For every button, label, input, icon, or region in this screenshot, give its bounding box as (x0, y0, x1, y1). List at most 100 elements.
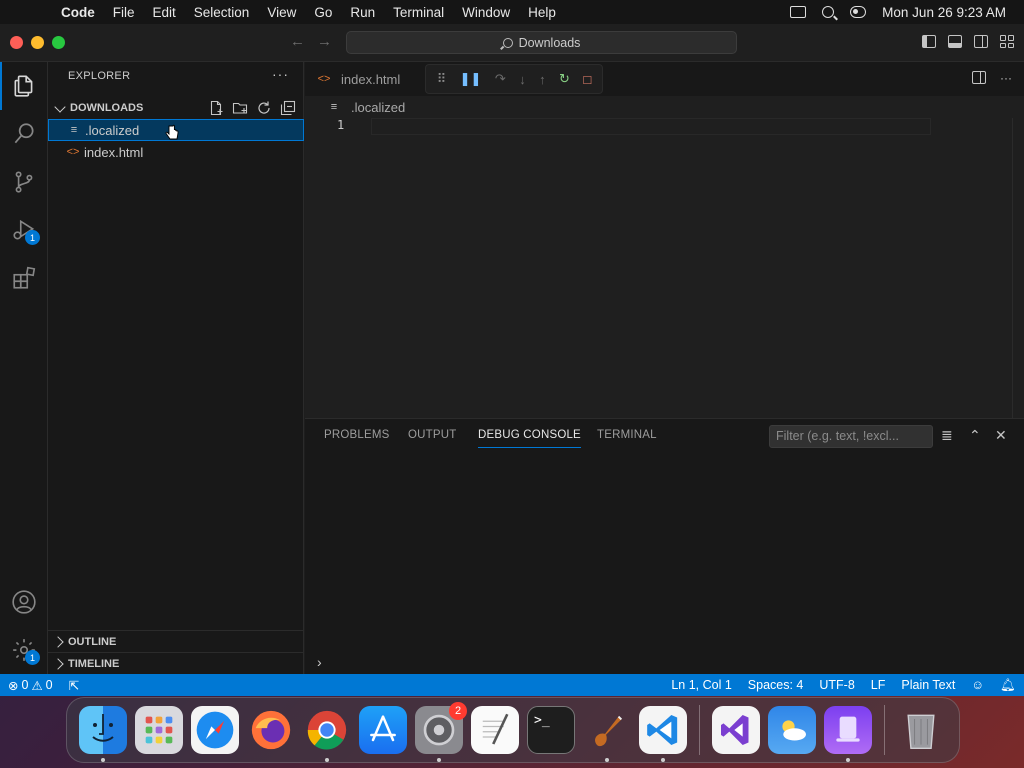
collapse-all-icon[interactable] (280, 100, 296, 116)
control-center-icon[interactable] (850, 6, 867, 18)
search-view-icon[interactable] (0, 110, 48, 158)
file-encoding[interactable]: UTF-8 (811, 678, 862, 692)
step-over-icon[interactable]: ↷ (495, 71, 506, 87)
restart-icon[interactable]: ↻ (559, 71, 570, 87)
firefox-icon[interactable] (247, 706, 295, 754)
step-into-icon[interactable]: ↓ (519, 72, 526, 87)
app-store-icon[interactable] (359, 706, 407, 754)
manage-gear-icon[interactable]: 1 (0, 626, 48, 674)
chrome-icon[interactable] (303, 706, 351, 762)
file-name: .localized (85, 122, 140, 138)
bottom-panel: PROBLEMS OUTPUT DEBUG CONSOLE TERMINAL F… (305, 418, 1024, 674)
source-control-icon[interactable] (0, 158, 48, 206)
system-settings-icon[interactable]: 2 (415, 702, 467, 762)
language-mode[interactable]: Plain Text (893, 678, 963, 692)
settings-notification-badge: 2 (449, 702, 467, 720)
instruments-icon[interactable] (583, 706, 631, 762)
customize-layout-icon[interactable] (1000, 35, 1014, 48)
end-of-line[interactable]: LF (863, 678, 894, 692)
menu-file[interactable]: File (104, 5, 144, 20)
problems-status[interactable]: ⊗ 0 ⚠ 0 (0, 678, 61, 693)
pause-icon[interactable]: ❚❚ (460, 71, 482, 87)
spotlight-search-icon[interactable] (822, 6, 835, 18)
menu-help[interactable]: Help (519, 5, 565, 20)
debug-status-icon[interactable]: ⇱ (61, 678, 87, 693)
editor-more-actions-icon[interactable]: ··· (1000, 71, 1012, 85)
breadcrumb-file[interactable]: .localized (351, 100, 405, 115)
screen-mirroring-icon[interactable] (790, 6, 807, 18)
menu-window[interactable]: Window (453, 5, 519, 20)
finder-icon[interactable] (79, 706, 127, 762)
file-index-html[interactable]: <> index.html (48, 141, 304, 163)
split-editor-icon[interactable] (972, 71, 986, 84)
trash-icon[interactable] (897, 706, 945, 754)
debug-console-filter-input[interactable]: Filter (e.g. text, !excl... (769, 425, 933, 448)
text-editor[interactable]: 1 (305, 118, 1024, 418)
menu-selection[interactable]: Selection (185, 5, 259, 20)
warning-count: 0 (45, 678, 53, 692)
refresh-icon[interactable] (256, 100, 272, 116)
extensions-icon[interactable] (0, 254, 48, 302)
clear-console-icon[interactable]: ≣ (941, 427, 953, 444)
cursor-position[interactable]: Ln 1, Col 1 (663, 678, 739, 692)
safari-icon[interactable] (191, 706, 239, 754)
toggle-primary-sidebar-icon[interactable] (922, 35, 936, 48)
mac-dock: 2 >_ (66, 697, 960, 763)
menu-edit[interactable]: Edit (144, 5, 185, 20)
timeline-section-header[interactable]: TIMELINE (48, 652, 304, 674)
new-folder-icon[interactable] (232, 100, 248, 116)
explorer-icon[interactable] (0, 62, 48, 110)
tab-debug-console[interactable]: DEBUG CONSOLE (478, 429, 581, 448)
textedit-icon[interactable] (471, 706, 519, 754)
notifications-bell-icon[interactable]: 🔔︎ (992, 678, 1024, 693)
close-window-button[interactable] (10, 36, 23, 49)
menu-app-name[interactable]: Code (52, 5, 104, 20)
forward-arrow-icon[interactable]: → (317, 33, 332, 50)
accounts-icon[interactable] (0, 578, 48, 626)
tab-problems[interactable]: PROBLEMS (324, 429, 390, 441)
close-panel-icon[interactable]: ✕ (995, 427, 1007, 444)
menu-run[interactable]: Run (341, 5, 384, 20)
feedback-icon[interactable]: ☺ (963, 678, 992, 692)
indentation[interactable]: Spaces: 4 (740, 678, 812, 692)
menubar-clock[interactable]: Mon Jun 26 9:23 AM (882, 5, 1006, 20)
repl-prompt-icon[interactable]: › (317, 654, 322, 670)
toggle-secondary-sidebar-icon[interactable] (974, 35, 988, 48)
vscode-window: ← → Downloads 1 1 EXPLORER ··· DOWNLOADS… (0, 24, 1024, 696)
weather-icon[interactable] (768, 706, 816, 754)
editor-scrollbar[interactable] (1012, 118, 1024, 418)
terminal-prompt-glyph: >_ (534, 713, 550, 728)
tab-terminal[interactable]: TERMINAL (597, 429, 657, 441)
chevron-down-icon (54, 100, 66, 113)
simulator-icon[interactable] (824, 706, 872, 762)
explorer-more-actions-icon[interactable]: ··· (272, 66, 289, 82)
maximize-panel-icon[interactable]: ⌃ (969, 427, 981, 444)
warning-icon: ⚠ (31, 678, 43, 693)
menu-go[interactable]: Go (305, 5, 341, 20)
menu-terminal[interactable]: Terminal (384, 5, 453, 20)
back-arrow-icon[interactable]: ← (290, 33, 305, 50)
html-file-icon: <> (317, 73, 331, 85)
visual-studio-icon[interactable] (712, 706, 760, 754)
tab-index-html[interactable]: <> index.html (305, 62, 417, 96)
outline-section-header[interactable]: OUTLINE (48, 630, 304, 652)
editor-tab-bar: <> index.html ⠿ ❚❚ ↷ ↓ ↑ ↻ □ ··· (305, 62, 1024, 96)
file-localized[interactable]: ≡ .localized (48, 119, 304, 141)
outline-title: OUTLINE (68, 635, 117, 648)
menu-view[interactable]: View (258, 5, 305, 20)
new-file-icon[interactable] (208, 100, 224, 116)
downloads-folder-header[interactable]: DOWNLOADS (48, 97, 304, 119)
toggle-panel-icon[interactable] (948, 35, 962, 48)
minimize-window-button[interactable] (31, 36, 44, 49)
stop-icon[interactable]: □ (583, 72, 591, 87)
tab-label: index.html (341, 71, 401, 87)
run-and-debug-icon[interactable]: 1 (0, 206, 48, 254)
drag-handle-icon[interactable]: ⠿ (437, 71, 447, 87)
terminal-icon[interactable]: >_ (527, 706, 575, 754)
tab-output[interactable]: OUTPUT (408, 429, 456, 441)
launchpad-icon[interactable] (135, 706, 183, 754)
step-out-icon[interactable]: ↑ (539, 72, 546, 87)
vscode-dock-icon[interactable] (639, 706, 687, 762)
command-center-search[interactable]: Downloads (346, 31, 737, 54)
maximize-window-button[interactable] (52, 36, 65, 49)
